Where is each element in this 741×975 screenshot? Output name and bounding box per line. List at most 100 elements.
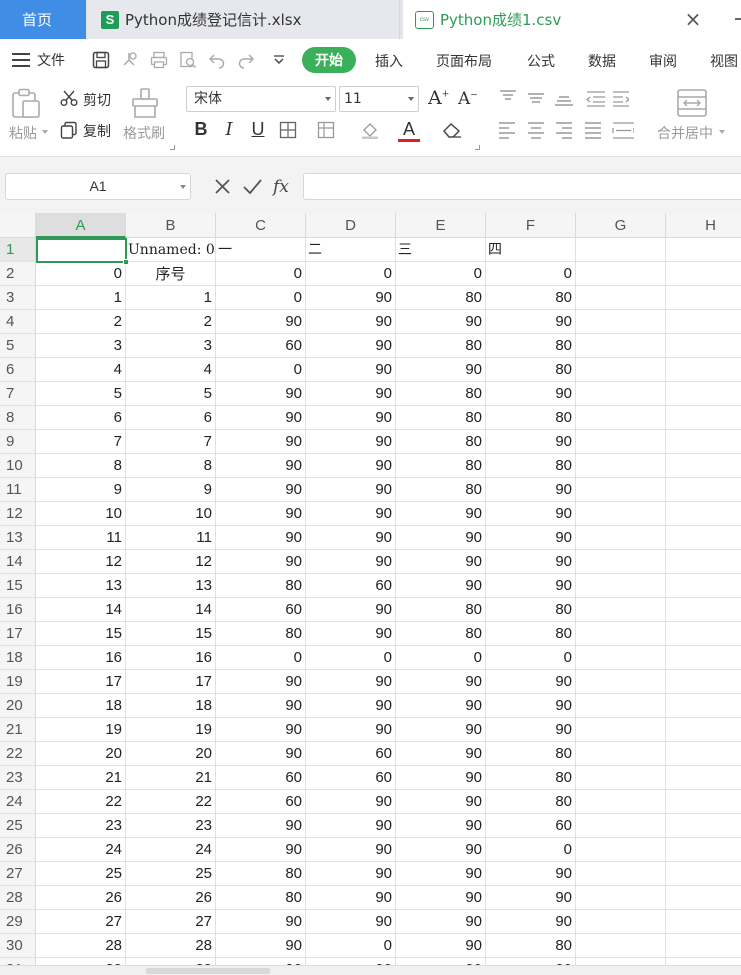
cell-e28[interactable]: 90	[396, 886, 486, 910]
customize-toolbar-icon[interactable]	[270, 51, 288, 69]
cell-a16[interactable]: 14	[36, 598, 126, 622]
close-tab-icon[interactable]: ×	[683, 9, 703, 29]
cell-f20[interactable]: 90	[486, 694, 576, 718]
cell-f27[interactable]: 90	[486, 862, 576, 886]
cell-d19[interactable]: 90	[306, 670, 396, 694]
cell-d25[interactable]: 90	[306, 814, 396, 838]
cell-c15[interactable]: 80	[216, 574, 306, 598]
cell-d3[interactable]: 90	[306, 286, 396, 310]
cell-a8[interactable]: 6	[36, 406, 126, 430]
cell-c30[interactable]: 90	[216, 934, 306, 958]
cell-h4[interactable]	[666, 310, 741, 334]
cell-b8[interactable]: 6	[126, 406, 216, 430]
cell-d15[interactable]: 60	[306, 574, 396, 598]
cell-a2[interactable]: 0	[36, 262, 126, 286]
cell-e20[interactable]: 90	[396, 694, 486, 718]
row-header[interactable]: 30	[0, 934, 36, 958]
cell-f5[interactable]: 80	[486, 334, 576, 358]
insert-function-button[interactable]: fx	[273, 177, 289, 197]
menu-data[interactable]: 数据	[588, 51, 616, 71]
cell-a20[interactable]: 18	[36, 694, 126, 718]
cell-c6[interactable]: 0	[216, 358, 306, 382]
copy-button[interactable]: 复制	[83, 121, 111, 141]
cell-c4[interactable]: 90	[216, 310, 306, 334]
cell-d2[interactable]: 0	[306, 262, 396, 286]
cell-f23[interactable]: 80	[486, 766, 576, 790]
row-header[interactable]: 27	[0, 862, 36, 886]
row-header[interactable]: 9	[0, 430, 36, 454]
cell-a28[interactable]: 26	[36, 886, 126, 910]
file-menu[interactable]: 文件	[12, 49, 65, 71]
cell-a3[interactable]: 1	[36, 286, 126, 310]
cell-d13[interactable]: 90	[306, 526, 396, 550]
cell-b26[interactable]: 24	[126, 838, 216, 862]
cell-h25[interactable]	[666, 814, 741, 838]
cell-g15[interactable]	[576, 574, 666, 598]
cell-g29[interactable]	[576, 910, 666, 934]
cell-d27[interactable]: 90	[306, 862, 396, 886]
cell-b12[interactable]: 10	[126, 502, 216, 526]
row-header[interactable]: 13	[0, 526, 36, 550]
cell-a21[interactable]: 19	[36, 718, 126, 742]
cell-d12[interactable]: 90	[306, 502, 396, 526]
cell-a1[interactable]	[36, 238, 126, 262]
save-icon[interactable]	[92, 51, 110, 69]
cell-h9[interactable]	[666, 430, 741, 454]
eraser-icon[interactable]	[441, 121, 463, 139]
cell-g22[interactable]	[576, 742, 666, 766]
merge-cells-icon[interactable]	[676, 88, 708, 118]
cell-g8[interactable]	[576, 406, 666, 430]
cell-a26[interactable]: 24	[36, 838, 126, 862]
font-group-launcher-icon[interactable]	[475, 145, 480, 150]
cell-b20[interactable]: 18	[126, 694, 216, 718]
cell-c27[interactable]: 80	[216, 862, 306, 886]
cell-h6[interactable]	[666, 358, 741, 382]
row-header[interactable]: 17	[0, 622, 36, 646]
column-header-c[interactable]: C	[216, 213, 306, 238]
cell-c24[interactable]: 60	[216, 790, 306, 814]
horizontal-align-icons[interactable]	[499, 121, 634, 139]
cell-c10[interactable]: 90	[216, 454, 306, 478]
cell-c20[interactable]: 90	[216, 694, 306, 718]
cell-f1[interactable]: 四	[486, 238, 576, 262]
cell-g24[interactable]	[576, 790, 666, 814]
cell-g12[interactable]	[576, 502, 666, 526]
scissors-icon[interactable]	[60, 89, 78, 107]
cell-e9[interactable]: 80	[396, 430, 486, 454]
cell-d11[interactable]: 90	[306, 478, 396, 502]
redo-icon[interactable]	[237, 51, 255, 69]
column-header-f[interactable]: F	[486, 213, 576, 238]
cell-f3[interactable]: 80	[486, 286, 576, 310]
bold-button[interactable]: B	[190, 119, 212, 140]
cell-e11[interactable]: 80	[396, 478, 486, 502]
cell-f25[interactable]: 60	[486, 814, 576, 838]
cell-e12[interactable]: 90	[396, 502, 486, 526]
cell-h29[interactable]	[666, 910, 741, 934]
cell-b23[interactable]: 21	[126, 766, 216, 790]
more-tabs-icon[interactable]	[735, 18, 741, 20]
cell-h8[interactable]	[666, 406, 741, 430]
confirm-check-icon[interactable]	[242, 178, 262, 195]
paste-button[interactable]: 粘贴	[9, 123, 37, 143]
copy-icon[interactable]	[60, 121, 78, 139]
row-header[interactable]: 1	[0, 238, 36, 262]
cell-d17[interactable]: 90	[306, 622, 396, 646]
cell-e2[interactable]: 0	[396, 262, 486, 286]
cell-a18[interactable]: 16	[36, 646, 126, 670]
cell-g30[interactable]	[576, 934, 666, 958]
cell-d9[interactable]: 90	[306, 430, 396, 454]
cell-e3[interactable]: 80	[396, 286, 486, 310]
menu-view[interactable]: 视图	[710, 51, 738, 71]
row-header[interactable]: 8	[0, 406, 36, 430]
column-header-h[interactable]: H	[666, 213, 741, 238]
cell-c8[interactable]: 90	[216, 406, 306, 430]
cell-a14[interactable]: 12	[36, 550, 126, 574]
cell-c18[interactable]: 0	[216, 646, 306, 670]
cell-e18[interactable]: 0	[396, 646, 486, 670]
cell-d1[interactable]: 二	[306, 238, 396, 262]
tab-home[interactable]: 首页	[0, 0, 86, 39]
row-header[interactable]: 2	[0, 262, 36, 286]
cell-f19[interactable]: 90	[486, 670, 576, 694]
cell-b18[interactable]: 16	[126, 646, 216, 670]
paste-dropdown-icon[interactable]	[42, 130, 48, 134]
